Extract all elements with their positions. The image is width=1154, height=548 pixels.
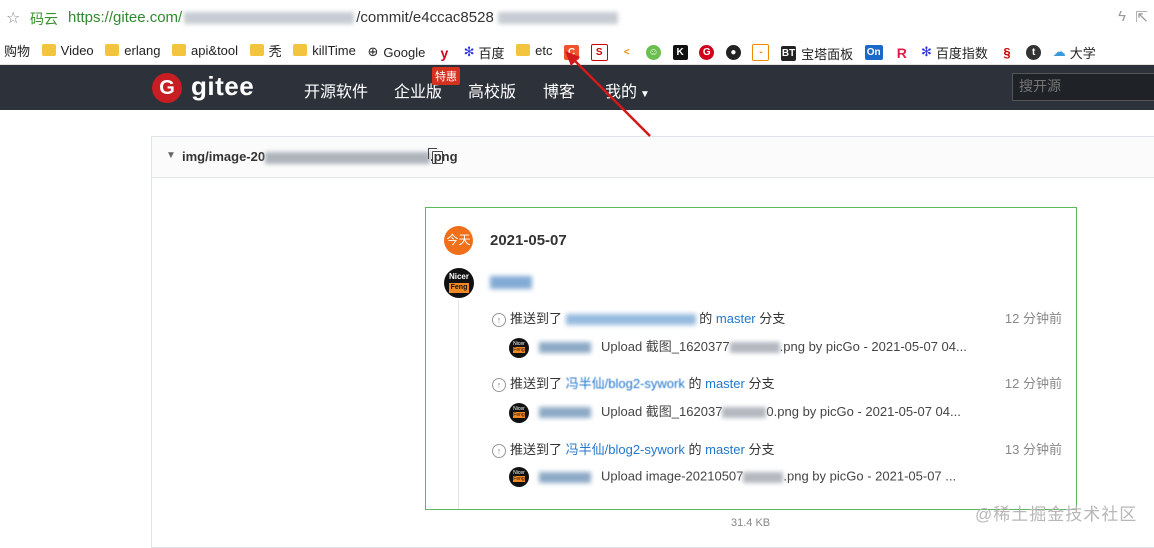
commit-sha-redacted[interactable]	[539, 471, 591, 483]
bookmark-item[interactable]: api&tool	[172, 36, 238, 64]
g-red-icon[interactable]: G	[699, 45, 715, 61]
baidu-paw-icon: ✻	[463, 44, 475, 59]
globe-icon: ⊕	[367, 44, 379, 59]
bookmark-item[interactable]: ✻ 百度指数	[920, 38, 988, 64]
folder-icon	[293, 44, 308, 56]
bt-icon: BT	[781, 46, 797, 61]
kd-icon[interactable]: K	[672, 45, 688, 61]
commit-sha-redacted[interactable]	[539, 342, 591, 354]
url-redacted	[184, 12, 355, 25]
gitee-logo-icon[interactable]: G	[152, 73, 182, 103]
folder-icon	[172, 44, 187, 56]
copy-icon[interactable]	[428, 148, 443, 164]
nav-open-source[interactable]: 开源软件	[304, 78, 368, 102]
bookmark-star-icon[interactable]: ☆	[6, 8, 20, 28]
search-box[interactable]	[1012, 73, 1154, 101]
event-time: 12 分钟前	[1004, 311, 1062, 326]
url-hash-redacted	[497, 12, 618, 25]
address-bar[interactable]: ☆ 码云 https://gitee.com/ /commit/e4ccac852…	[0, 0, 1154, 37]
gitee-logo-text[interactable]: gitee	[191, 71, 254, 102]
nav-mine[interactable]: 我的 ▼	[605, 78, 650, 102]
on-icon[interactable]: On	[864, 45, 883, 61]
avatar: Nicer Feng	[509, 337, 529, 358]
file-path: img/image-20 .png	[182, 149, 458, 164]
event-time: 12 分钟前	[1004, 376, 1062, 391]
push-up-icon: ↑	[492, 312, 506, 327]
repo-link[interactable]: 冯半仙/blog2-sywork	[566, 376, 685, 391]
t-icon[interactable]: t	[1026, 45, 1042, 61]
url-commit: /commit/e4ccac8528	[356, 9, 494, 26]
baidu-paw-icon: ✻	[920, 44, 932, 59]
folder-icon	[516, 44, 531, 56]
bookmark-item[interactable]: etc	[516, 36, 552, 64]
branch-link[interactable]: master	[716, 311, 756, 326]
bookmark-item[interactable]: ☁ 大学	[1052, 38, 1096, 64]
activity-date: 2021-05-07	[490, 232, 567, 249]
jx-icon[interactable]: §	[999, 45, 1015, 61]
commit-row: Nicer Feng Upload 截图_162037 0.png by picGo …	[509, 401, 1069, 423]
lightning-icon[interactable]: ϟ	[1118, 8, 1126, 25]
collapse-caret-icon[interactable]: ▼	[166, 150, 176, 161]
commit-row: Nicer Feng Upload 截图_1620377 .png by picGo …	[509, 336, 1069, 358]
code-icon[interactable]: -	[752, 44, 770, 62]
nav-blog[interactable]: 博客	[543, 78, 575, 102]
redacted-text	[722, 407, 767, 419]
bookmark-item[interactable]: BT 宝塔面板	[781, 40, 853, 65]
avatar: Nicer Feng	[509, 402, 529, 423]
gitee-header: G gitee 开源软件 企业版 特惠 高校版 博客 我的 ▼	[0, 65, 1154, 110]
push-up-icon: ↑	[492, 377, 506, 392]
avatar: Nicer Feng	[509, 467, 529, 487]
url-prefix: https://gitee.com/	[68, 9, 183, 26]
folder-icon	[41, 44, 56, 56]
username-redacted	[490, 276, 532, 289]
folder-icon	[105, 44, 120, 56]
github-icon[interactable]: ●	[725, 45, 741, 61]
site-name: 码云	[30, 11, 58, 27]
image-preview: 今天 2021-05-07 Nicer Feng ↑ 推送到了 的 master 分…	[425, 207, 1077, 510]
file-size: 31.4 KB	[731, 517, 771, 529]
folder-icon	[249, 44, 264, 56]
avatar[interactable]: Nicer Feng	[444, 268, 474, 298]
s-icon[interactable]: S	[590, 44, 608, 62]
repo-link[interactable]: 冯半仙/blog2-sywork	[566, 442, 685, 457]
commit-sha-redacted[interactable]	[539, 407, 591, 419]
bookmark-item[interactable]: Video	[41, 36, 94, 64]
commit-row: Nicer Feng Upload image-20210507 .png by pi…	[509, 467, 1069, 487]
bookmark-item[interactable]: ⊕ Google	[367, 38, 426, 64]
bookmark-item[interactable]: ✻ 百度	[463, 38, 505, 64]
face-icon[interactable]: ☺	[645, 45, 661, 61]
caret-down-icon: ▼	[640, 89, 650, 100]
bracket-icon[interactable]: <	[619, 45, 635, 61]
watermark: @稀土掘金技术社区	[975, 505, 1138, 524]
share-icon[interactable]: ⇱	[1135, 8, 1148, 26]
nav-education[interactable]: 高校版	[468, 78, 516, 102]
branch-link[interactable]: master	[705, 442, 745, 457]
promo-badge: 特惠	[432, 67, 460, 85]
branch-link[interactable]: master	[705, 376, 745, 391]
today-badge: 今天	[444, 226, 473, 255]
bookmark-item[interactable]: 秃	[249, 36, 282, 64]
redacted-text	[743, 471, 784, 483]
search-input[interactable]	[1013, 74, 1154, 98]
push-event: ↑ 推送到了 冯半仙/blog2-sywork 的 master 分支 12 分钟…	[492, 373, 1062, 393]
y-icon[interactable]: y	[436, 45, 452, 61]
push-event: ↑ 推送到了 的 master 分支 12 分钟前	[492, 308, 1062, 328]
r-icon[interactable]: R	[894, 45, 910, 61]
timeline-line	[458, 300, 459, 509]
event-time: 13 分钟前	[1004, 442, 1062, 457]
bookmarks-bar: 购物 Video erlang api&tool 秃 killTime ⊕ Goo…	[0, 36, 1154, 65]
file-path-redacted	[265, 151, 431, 164]
url-text[interactable]: https://gitee.com/ /commit/e4ccac8528	[68, 9, 618, 26]
file-header[interactable]: ▼ img/image-20 .png	[152, 137, 1154, 178]
bookmark-item[interactable]: killTime	[293, 36, 356, 64]
redacted-text	[729, 342, 780, 354]
bookmark-item[interactable]: erlang	[105, 36, 160, 64]
cloud-icon: ☁	[1052, 44, 1066, 59]
bookmark-item[interactable]: 购物	[4, 37, 30, 65]
push-up-icon: ↑	[492, 443, 506, 458]
push-event: ↑ 推送到了 冯半仙/blog2-sywork 的 master 分支 13 分钟…	[492, 439, 1062, 459]
repo-link-redacted[interactable]	[565, 314, 696, 326]
c-icon[interactable]: C	[564, 45, 580, 61]
